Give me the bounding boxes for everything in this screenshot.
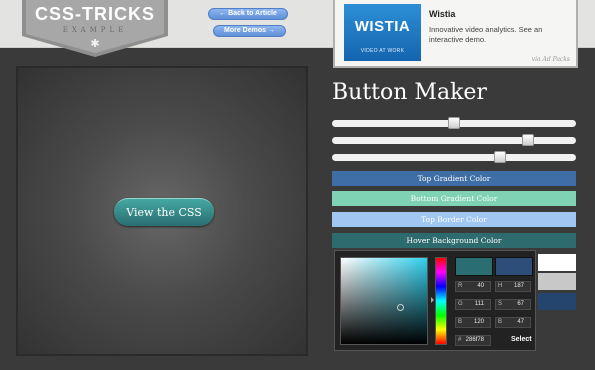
hover-background-color-button[interactable]: Hover Background Color xyxy=(332,233,576,248)
top-gradient-color-button[interactable]: Top Gradient Color xyxy=(332,171,576,186)
preview-stage: View the CSS xyxy=(16,66,308,356)
ad-panel[interactable]: WISTIA VIDEO AT WORK Wistia Innovative v… xyxy=(333,0,578,68)
wistia-logo-text: WISTIA xyxy=(354,18,411,35)
saturation-value[interactable]: 67 xyxy=(517,300,524,309)
wistia-logo-caption: VIDEO AT WORK xyxy=(360,48,405,54)
color-picker[interactable]: R 40 G 111 B 120 H 187 S 67 B 47 # 286f7… xyxy=(334,250,536,351)
green-value[interactable]: 111 xyxy=(475,300,484,309)
green-field[interactable]: G 111 xyxy=(455,299,491,310)
bottom-gradient-color-button[interactable]: Bottom Gradient Color xyxy=(332,191,576,206)
css-tricks-logo[interactable]: CSS-TRICKS EXAMPLE ✱ xyxy=(22,0,168,57)
slider-1-thumb[interactable] xyxy=(448,117,460,129)
snowflake-icon: ✱ xyxy=(90,38,100,50)
logo-subtitle: EXAMPLE xyxy=(62,26,128,34)
new-color-preview xyxy=(455,257,493,276)
hue-slider[interactable] xyxy=(435,257,447,345)
hex-value[interactable]: 286f78 xyxy=(466,336,484,345)
wistia-logo[interactable]: WISTIA VIDEO AT WORK xyxy=(344,4,421,61)
hex-label: # xyxy=(458,337,462,343)
logo-title: CSS-TRICKS xyxy=(34,4,155,24)
saturation-area[interactable] xyxy=(340,257,428,345)
saturation-cursor[interactable] xyxy=(397,304,404,311)
ad-title[interactable]: Wistia xyxy=(429,9,455,19)
slider-3[interactable] xyxy=(332,151,576,163)
ad-description: Innovative video analytics. See an inter… xyxy=(429,25,543,44)
top-border-color-button[interactable]: Top Border Color xyxy=(332,212,576,227)
brightness-field[interactable]: B 47 xyxy=(495,317,531,328)
view-css-button[interactable]: View the CSS xyxy=(114,198,214,226)
more-demos-button[interactable]: More Demos → xyxy=(213,25,286,37)
color-swatch-3[interactable] xyxy=(538,293,576,310)
color-swatch-2[interactable] xyxy=(538,273,576,290)
current-color-preview xyxy=(495,257,533,276)
red-value[interactable]: 40 xyxy=(477,282,484,291)
saturation-field[interactable]: S 67 xyxy=(495,299,531,310)
hex-field[interactable]: # 286f78 xyxy=(455,335,491,346)
color-swatch-1[interactable] xyxy=(538,254,576,271)
red-label: R xyxy=(458,283,463,289)
hue-value[interactable]: 187 xyxy=(514,282,524,291)
slider-1[interactable] xyxy=(332,117,576,129)
slider-3-thumb[interactable] xyxy=(494,151,507,163)
brightness-value[interactable]: 47 xyxy=(517,318,524,327)
slider-2-thumb[interactable] xyxy=(522,134,535,146)
select-button[interactable]: Select xyxy=(511,336,532,343)
hue-arrow-icon xyxy=(431,297,434,303)
blue-label: B xyxy=(458,319,463,325)
blue-field[interactable]: B 120 xyxy=(455,317,491,328)
hue-label: H xyxy=(498,283,503,289)
green-label: G xyxy=(458,301,463,307)
ad-via-link[interactable]: via Ad Packs xyxy=(532,56,570,63)
blue-value[interactable]: 120 xyxy=(474,318,484,327)
page-title: Button Maker xyxy=(332,80,487,105)
red-field[interactable]: R 40 xyxy=(455,281,491,292)
saturation-label: S xyxy=(498,301,503,307)
back-to-article-button[interactable]: ← Back to Article xyxy=(208,8,288,20)
slider-2[interactable] xyxy=(332,134,576,146)
hue-field[interactable]: H 187 xyxy=(495,281,531,292)
brightness-label: B xyxy=(498,319,503,325)
